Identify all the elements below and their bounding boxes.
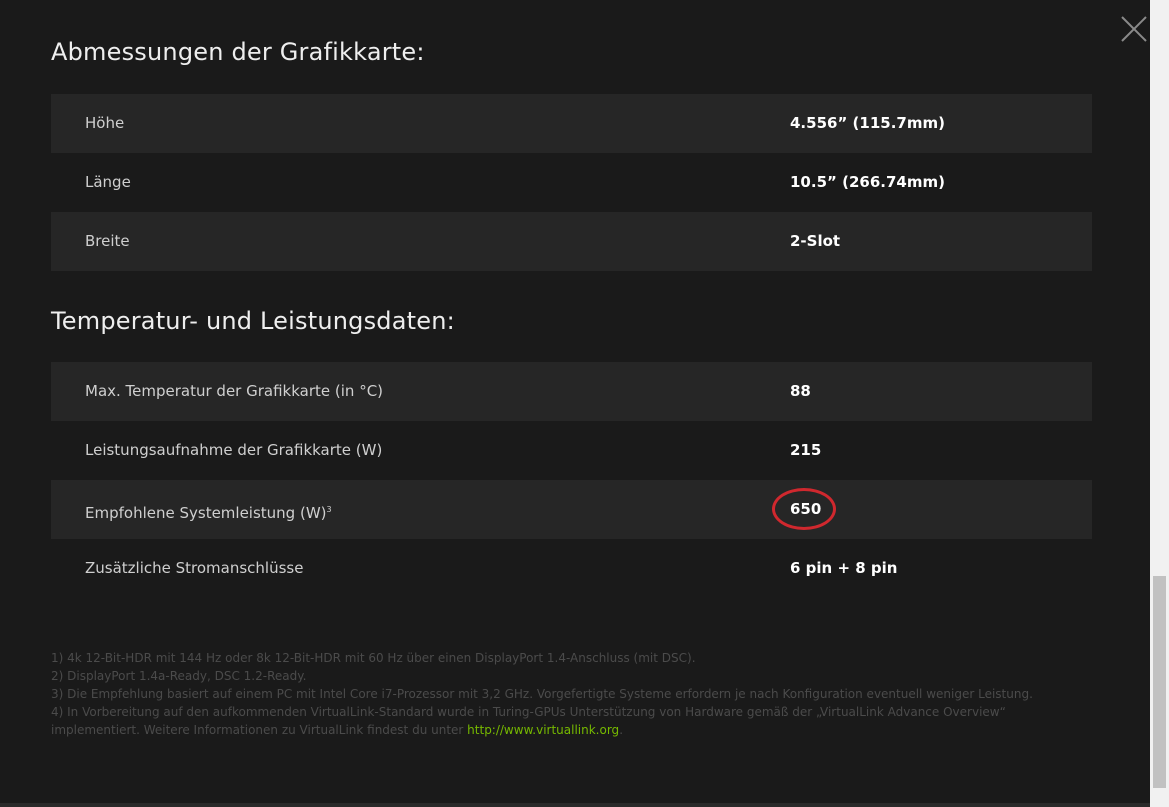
table-row: Höhe 4.556” (115.7mm) — [51, 94, 1092, 153]
close-button[interactable] — [1119, 14, 1149, 44]
row-value: 88 — [790, 382, 811, 400]
row-value: 6 pin + 8 pin — [790, 559, 898, 577]
table-row: Breite 2-Slot — [51, 212, 1092, 271]
row-label: Breite — [85, 232, 130, 250]
row-label: Länge — [85, 173, 131, 191]
footnote-2: 2) DisplayPort 1.4a-Ready, DSC 1.2-Ready… — [51, 669, 307, 683]
table-row: Länge 10.5” (266.74mm) — [51, 153, 1092, 212]
row-label-text: Empfohlene Systemleistung (W) — [85, 504, 327, 522]
footnote-3: 3) Die Empfehlung basiert auf einem PC m… — [51, 687, 1033, 701]
table-row: Empfohlene Systemleistung (W)3 650 — [51, 480, 1092, 539]
footnote-1: 1) 4k 12-Bit-HDR mit 144 Hz oder 8k 12-B… — [51, 651, 696, 665]
bottom-edge — [0, 803, 1150, 807]
close-icon — [1121, 16, 1147, 42]
footnote-4-text: implementiert. Weitere Informationen zu … — [51, 723, 468, 737]
footnote-4: 4) In Vorbereitung auf den aufkommenden … — [51, 705, 1006, 719]
row-label: Max. Temperatur der Grafikkarte (in °C) — [85, 382, 384, 400]
virtuallink-link[interactable]: http://www.virtuallink.org — [467, 723, 619, 737]
footnote-4-end: . — [619, 723, 624, 737]
row-label: Zusätzliche Stromanschlüsse — [85, 559, 304, 577]
table-row: Leistungsaufnahme der Grafikkarte (W) 21… — [51, 421, 1092, 480]
row-value: 10.5” (266.74mm) — [790, 173, 945, 191]
row-label: Höhe — [85, 114, 125, 132]
section-title-dimensions: Abmessungen der Grafikkarte: — [51, 38, 425, 66]
scrollbar[interactable] — [1150, 0, 1169, 807]
scrollbar-thumb[interactable] — [1153, 576, 1166, 788]
footnote-4-continued: implementiert. Weitere Informationen zu … — [51, 721, 1051, 739]
spec-overlay: Abmessungen der Grafikkarte: Höhe 4.556”… — [0, 0, 1169, 807]
table-row: Max. Temperatur der Grafikkarte (in °C) … — [51, 362, 1092, 421]
row-value: 650 — [790, 500, 822, 518]
table-row: Zusätzliche Stromanschlüsse 6 pin + 8 pi… — [51, 539, 1092, 598]
footnotes: 1) 4k 12-Bit-HDR mit 144 Hz oder 8k 12-B… — [51, 649, 1051, 739]
row-value: 2-Slot — [790, 232, 841, 250]
section-title-temperature-power: Temperatur- und Leistungsdaten: — [51, 307, 455, 335]
row-label: Empfohlene Systemleistung (W)3 — [85, 480, 332, 543]
dimensions-table: Höhe 4.556” (115.7mm) Länge 10.5” (266.7… — [51, 94, 1092, 271]
row-value: 4.556” (115.7mm) — [790, 114, 945, 132]
footnote-marker: 3 — [326, 505, 332, 514]
row-label: Leistungsaufnahme der Grafikkarte (W) — [85, 441, 383, 459]
temperature-power-table: Max. Temperatur der Grafikkarte (in °C) … — [51, 362, 1092, 598]
row-value: 215 — [790, 441, 822, 459]
